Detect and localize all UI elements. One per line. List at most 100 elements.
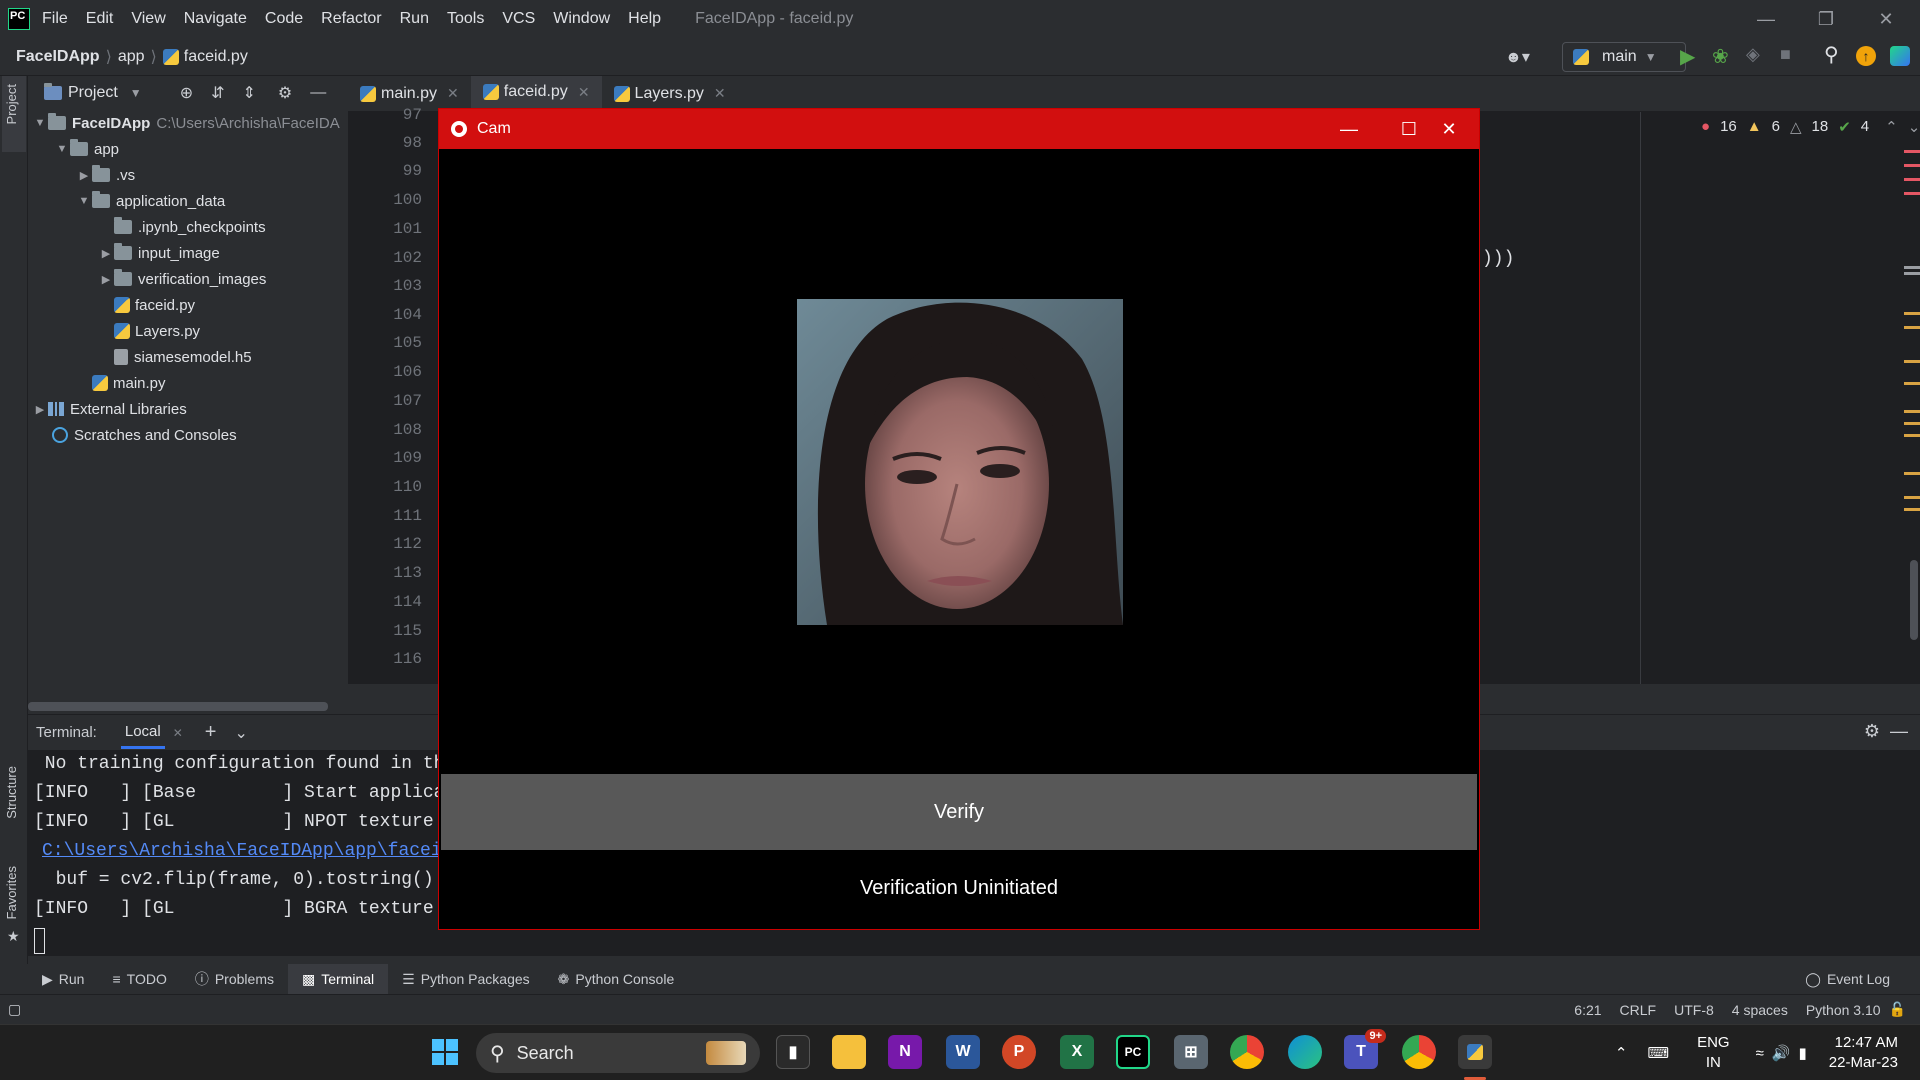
tree-item-external-libraries[interactable]: ▶ External Libraries <box>32 396 348 422</box>
file-explorer-icon[interactable] <box>832 1035 866 1069</box>
tree-item-vs[interactable]: ▶ .vs <box>32 162 348 188</box>
user-icon[interactable]: ☻▾ <box>1505 47 1530 67</box>
warning-marker[interactable] <box>1904 266 1920 269</box>
python-interpreter[interactable]: Python 3.10 <box>1806 1002 1881 1018</box>
word-icon[interactable]: W <box>946 1035 980 1069</box>
warning-marker[interactable] <box>1904 326 1920 329</box>
error-marker[interactable] <box>1904 192 1920 195</box>
menu-help[interactable]: Help <box>628 10 661 28</box>
volume-icon[interactable]: 🔊 <box>1772 1044 1791 1062</box>
pycharm-taskbar-icon[interactable]: PC <box>1116 1035 1150 1069</box>
tree-item-scratches[interactable]: Scratches and Consoles <box>32 422 348 448</box>
warning-marker[interactable] <box>1904 360 1920 363</box>
menu-edit[interactable]: Edit <box>86 10 114 28</box>
chevron-down-icon[interactable]: ▼ <box>130 86 142 100</box>
locate-icon[interactable]: ⊕ <box>180 83 193 103</box>
horizontal-scrollbar[interactable] <box>28 702 328 711</box>
tree-root[interactable]: ▼ FaceIDApp C:\Users\Archisha\FaceIDA <box>32 110 348 136</box>
calculator-icon[interactable]: ⊞ <box>1174 1035 1208 1069</box>
chevron-down-icon[interactable]: ▼ <box>54 143 70 155</box>
onenote-icon[interactable]: N <box>888 1035 922 1069</box>
restore-icon[interactable]: ❐ <box>1796 0 1856 38</box>
minimize-icon[interactable]: — <box>1736 0 1796 38</box>
menu-window[interactable]: Window <box>553 10 610 28</box>
close-tab-icon[interactable]: ✕ <box>578 84 590 101</box>
tab-layers-py[interactable]: Layers.py ✕ <box>602 76 738 112</box>
excel-icon[interactable]: X <box>1060 1035 1094 1069</box>
run-icon[interactable]: ▶ <box>1680 44 1695 69</box>
search-icon[interactable]: ⚲ <box>1824 42 1839 67</box>
menu-file[interactable]: File <box>42 10 68 28</box>
menu-run[interactable]: Run <box>400 10 429 28</box>
update-icon[interactable]: ↑ <box>1856 46 1876 66</box>
tree-item-ipynb-checkpoints[interactable]: .ipynb_checkpoints <box>32 214 348 240</box>
warning-marker[interactable] <box>1904 312 1920 315</box>
line-separator[interactable]: CRLF <box>1620 1002 1657 1018</box>
lock-icon[interactable]: 🔓 <box>1889 1001 1906 1018</box>
tree-item-input-image[interactable]: ▶ input_image <box>32 240 348 266</box>
menu-refactor[interactable]: Refactor <box>321 10 381 28</box>
taskbar-search[interactable]: ⚲ Search <box>476 1033 760 1073</box>
collapse-all-icon[interactable]: ⇕ <box>243 83 256 103</box>
add-icon[interactable]: + <box>205 721 217 744</box>
breadcrumb-folder[interactable]: app <box>118 48 145 66</box>
caret-position[interactable]: 6:21 <box>1574 1002 1601 1018</box>
python-app-icon[interactable] <box>1458 1035 1492 1069</box>
inspection-widget[interactable]: ● 16 ▲ 6 △ 18 ✔ 4 ⌃ ⌄ <box>1701 118 1920 136</box>
event-log-button[interactable]: ◯ Event Log <box>1791 964 1904 994</box>
chevron-down-icon[interactable]: ⌄ <box>234 723 247 743</box>
wifi-icon[interactable]: ≈ <box>1756 1045 1764 1062</box>
tree-item-siamesemodel[interactable]: siamesemodel.h5 <box>32 344 348 370</box>
favorites-tool-tab[interactable]: Favorites <box>4 866 19 919</box>
warning-marker[interactable] <box>1904 410 1920 413</box>
plugins-icon[interactable] <box>1890 46 1910 66</box>
close-icon[interactable]: ✕ <box>1856 0 1916 38</box>
breadcrumb-file[interactable]: faceid.py <box>184 48 248 66</box>
error-marker[interactable] <box>1904 150 1920 153</box>
verify-button[interactable]: Verify <box>441 774 1477 850</box>
panel-toggle-icon[interactable]: ▢ <box>8 1001 21 1018</box>
tree-item-application-data[interactable]: ▼ application_data <box>32 188 348 214</box>
warning-marker[interactable] <box>1904 434 1920 437</box>
powerpoint-icon[interactable]: P <box>1002 1035 1036 1069</box>
tab-terminal[interactable]: ▩ Terminal <box>287 964 389 994</box>
gear-icon[interactable]: ⚙ <box>1864 721 1880 742</box>
coverage-icon[interactable]: ◈ <box>1746 44 1760 65</box>
chevron-right-icon[interactable]: ▶ <box>32 403 48 416</box>
battery-icon[interactable]: ▮ <box>1799 1044 1807 1062</box>
edge-icon[interactable] <box>1288 1035 1322 1069</box>
clock[interactable]: 12:47 AM 22-Mar-23 <box>1829 1033 1898 1073</box>
menu-code[interactable]: Code <box>265 10 303 28</box>
menu-navigate[interactable]: Navigate <box>184 10 247 28</box>
close-tab-icon[interactable]: ✕ <box>447 85 459 102</box>
chevron-down-icon[interactable]: ▼ <box>76 195 92 207</box>
warning-marker[interactable] <box>1904 496 1920 499</box>
warning-marker[interactable] <box>1904 382 1920 385</box>
chevron-down-icon[interactable]: ▼ <box>32 117 48 129</box>
chevron-right-icon[interactable]: ▶ <box>98 273 114 286</box>
chevron-up-icon[interactable]: ⌃ <box>1615 1044 1628 1062</box>
project-tool-tab[interactable]: Project <box>4 84 19 124</box>
file-encoding[interactable]: UTF-8 <box>1674 1002 1714 1018</box>
tab-run[interactable]: ▶ Run <box>28 964 98 994</box>
stop-icon[interactable]: ■ <box>1780 44 1791 65</box>
breadcrumb-project[interactable]: FaceIDApp <box>16 48 100 66</box>
chevron-right-icon[interactable]: ▶ <box>98 247 114 260</box>
tab-todo[interactable]: ≡ TODO <box>98 964 180 994</box>
cam-title-bar[interactable]: Cam — ☐ ✕ <box>439 109 1479 149</box>
debug-icon[interactable]: ❀ <box>1712 44 1729 69</box>
warning-marker[interactable] <box>1904 272 1920 275</box>
task-view-icon[interactable]: ▮ <box>776 1035 810 1069</box>
hide-panel-icon[interactable]: — <box>1890 721 1908 742</box>
menu-view[interactable]: View <box>131 10 165 28</box>
close-tab-icon[interactable]: ✕ <box>714 85 726 102</box>
error-marker[interactable] <box>1904 178 1920 181</box>
teams-icon[interactable]: T 9+ <box>1344 1029 1386 1069</box>
tree-item-verification-images[interactable]: ▶ verification_images <box>32 266 348 292</box>
error-marker[interactable] <box>1904 164 1920 167</box>
chevron-right-icon[interactable]: ▶ <box>76 169 92 182</box>
close-tab-icon[interactable]: ✕ <box>173 726 183 740</box>
menu-tools[interactable]: Tools <box>447 10 484 28</box>
minimize-icon[interactable]: — <box>1319 109 1379 149</box>
tab-faceid-py[interactable]: faceid.py ✕ <box>470 75 602 112</box>
